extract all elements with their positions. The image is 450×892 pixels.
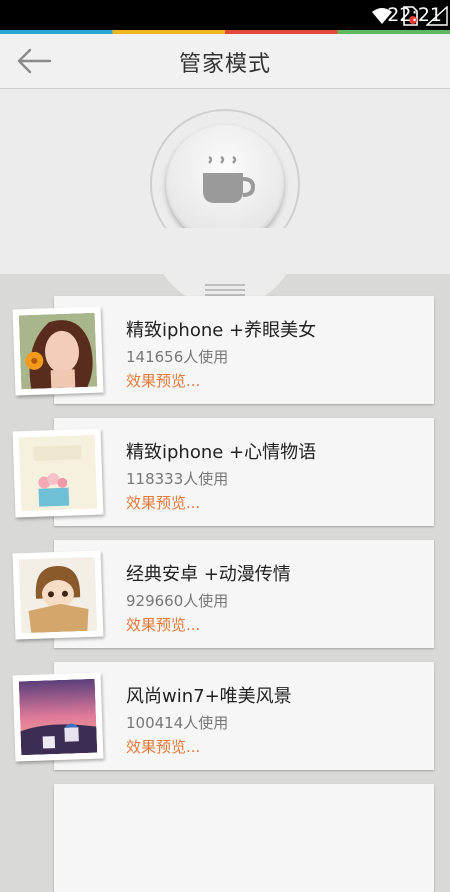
theme-thumbnail[interactable] [12, 672, 104, 762]
theme-card[interactable]: 经典安卓 +动漫传情 929660人使用 效果预览... [54, 540, 434, 648]
preview-link[interactable]: 效果预览... [126, 736, 200, 757]
anime-character-image [18, 556, 98, 634]
app-header: 管家模式 [0, 34, 450, 89]
theme-usage-count: 141656人使用 [126, 348, 229, 366]
clock-time: 22:21 [387, 4, 442, 26]
mood-words-image [18, 434, 98, 512]
pull-handle-line [205, 284, 245, 286]
theme-card[interactable] [54, 784, 434, 892]
coffee-cup-icon [203, 155, 256, 203]
theme-card[interactable]: 风尚win7+唯美风景 100414人使用 效果预览... [54, 662, 434, 770]
beauty-portrait-image [18, 312, 98, 390]
mode-dial-button[interactable] [166, 125, 284, 243]
preview-link[interactable]: 效果预览... [126, 492, 200, 513]
theme-name: 经典安卓 +动漫传情 [126, 564, 291, 585]
preview-link[interactable]: 效果预览... [126, 614, 200, 635]
theme-usage-count: 118333人使用 [126, 470, 229, 488]
pull-handle-line [205, 289, 245, 291]
theme-thumbnail[interactable] [12, 550, 104, 640]
theme-usage-count: 100414人使用 [126, 714, 229, 732]
theme-card[interactable]: 精致iphone +心情物语 118333人使用 效果预览... [54, 418, 434, 526]
theme-thumbnail[interactable] [12, 306, 104, 396]
page-title: 管家模式 [178, 52, 271, 77]
status-bar: 22:21 [0, 0, 450, 30]
theme-name: 精致iphone +心情物语 [126, 442, 317, 463]
theme-name: 风尚win7+唯美风景 [126, 686, 292, 707]
theme-usage-count: 929660人使用 [126, 592, 229, 610]
theme-name: 精致iphone +养眼美女 [126, 320, 317, 341]
theme-card[interactable]: 精致iphone +养眼美女 141656人使用 效果预览... [54, 296, 434, 404]
scenery-image [18, 678, 98, 756]
theme-thumbnail[interactable] [12, 428, 104, 518]
preview-link[interactable]: 效果预览... [126, 370, 200, 391]
